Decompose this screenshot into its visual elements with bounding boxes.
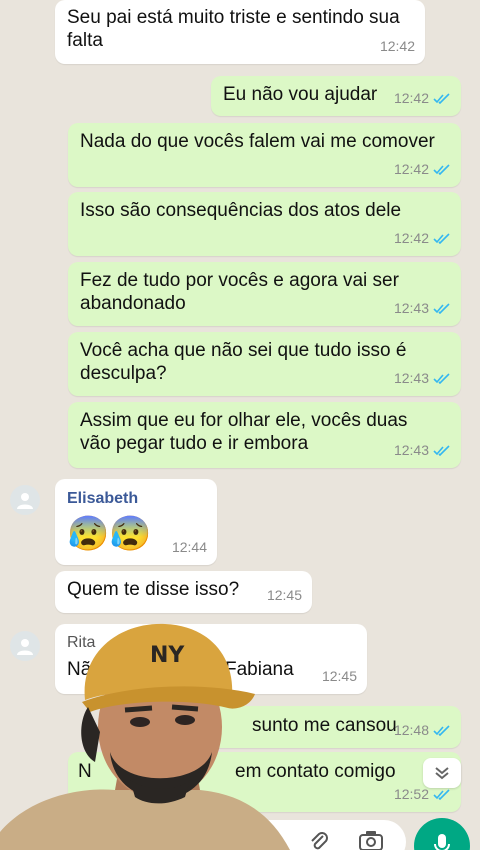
sender-name: Rita [67,634,96,651]
message-input[interactable] [10,820,406,850]
message-time: 12:45 [266,587,302,603]
message-incoming[interactable]: Quem te disse isso? 12:45 [55,571,312,613]
person-icon [17,639,33,655]
message-outgoing[interactable]: Isso são consequências dos atos dele 12:… [68,192,461,256]
message-text: Seu pai está muito triste e sentindo sua… [67,7,400,51]
double-check-icon [433,93,450,104]
message-meta: 12:42 [380,35,415,58]
message-text: Você acha que não sei que tudo isso é de… [80,340,407,384]
message-time: 12:44 [171,539,207,555]
message-text: Fabiana [225,659,294,680]
avatar[interactable] [10,631,40,661]
double-check-icon [433,164,450,175]
message-meta: 12:43 [394,439,451,462]
double-check-icon [433,445,450,456]
double-check-icon [433,789,450,800]
mic-icon [434,834,450,850]
message-outgoing[interactable]: Fez de tudo por vocês e agora vai ser ab… [68,262,461,326]
message-outgoing[interactable]: Eu não vou ajudar 12:42 [211,76,461,116]
message-time: 12:45 [321,668,357,684]
message-outgoing[interactable]: N em contato comigo 12:52 [68,752,461,812]
avatar[interactable] [10,485,40,515]
message-text: sunto me cansou [252,715,397,736]
camera-icon[interactable] [358,830,384,850]
message-outgoing[interactable]: Você acha que não sei que tudo isso é de… [68,332,461,396]
scroll-down-button[interactable] [423,758,461,788]
message-time: 12:42 [393,230,429,246]
message-meta: 12:44 [172,536,207,559]
message-outgoing[interactable]: Nada do que vocês falem vai me comover 1… [68,123,461,187]
message-incoming[interactable]: Rita Nã Fabiana 12:45 [55,624,367,694]
chevron-double-down-icon [435,767,449,780]
message-text: Isso são consequências dos atos dele [80,200,402,221]
message-meta: 12:42 [394,227,451,250]
message-composer [0,812,480,850]
message-meta: 12:45 [322,665,357,688]
message-text: Nã [67,659,92,680]
message-time: 12:43 [393,442,429,458]
message-text: Quem te disse isso? [67,579,240,600]
paperclip-icon[interactable] [308,830,330,850]
double-check-icon [433,373,450,384]
message-meta: 12:45 [267,584,302,607]
message-meta: 12:42 [394,87,451,110]
double-check-icon [433,233,450,244]
message-time: 12:42 [393,90,429,106]
message-time: 12:43 [393,370,429,386]
message-text: N [78,761,92,782]
double-check-icon [433,303,450,314]
message-outgoing[interactable]: sunto me cansou 12:48 [190,706,461,748]
message-outgoing[interactable]: Assim que eu for olhar ele, vocês duas v… [68,402,461,468]
message-incoming[interactable]: Elisabeth 😰😰 12:44 [55,479,217,565]
message-time: 12:42 [379,38,415,54]
message-time: 12:42 [393,161,429,177]
message-meta: 12:43 [394,297,451,320]
chat-area: Seu pai está muito triste e sentindo sua… [0,0,480,850]
person-icon [17,493,33,509]
double-check-icon [433,725,450,736]
message-meta: 12:43 [394,367,451,390]
sender-name: Elisabeth [67,490,139,507]
message-time: 12:43 [393,300,429,316]
message-incoming[interactable]: Seu pai está muito triste e sentindo sua… [55,0,425,64]
message-text: em contato comigo [235,761,396,782]
message-time: 12:48 [393,722,429,738]
message-time: 12:52 [393,786,429,802]
message-meta: 12:48 [394,719,451,742]
message-meta: 12:42 [394,158,451,181]
message-text: Fez de tudo por vocês e agora vai ser ab… [80,270,399,314]
message-text: Nada do que vocês falem vai me comover [80,131,435,152]
message-text: Assim que eu for olhar ele, vocês duas v… [80,410,408,454]
